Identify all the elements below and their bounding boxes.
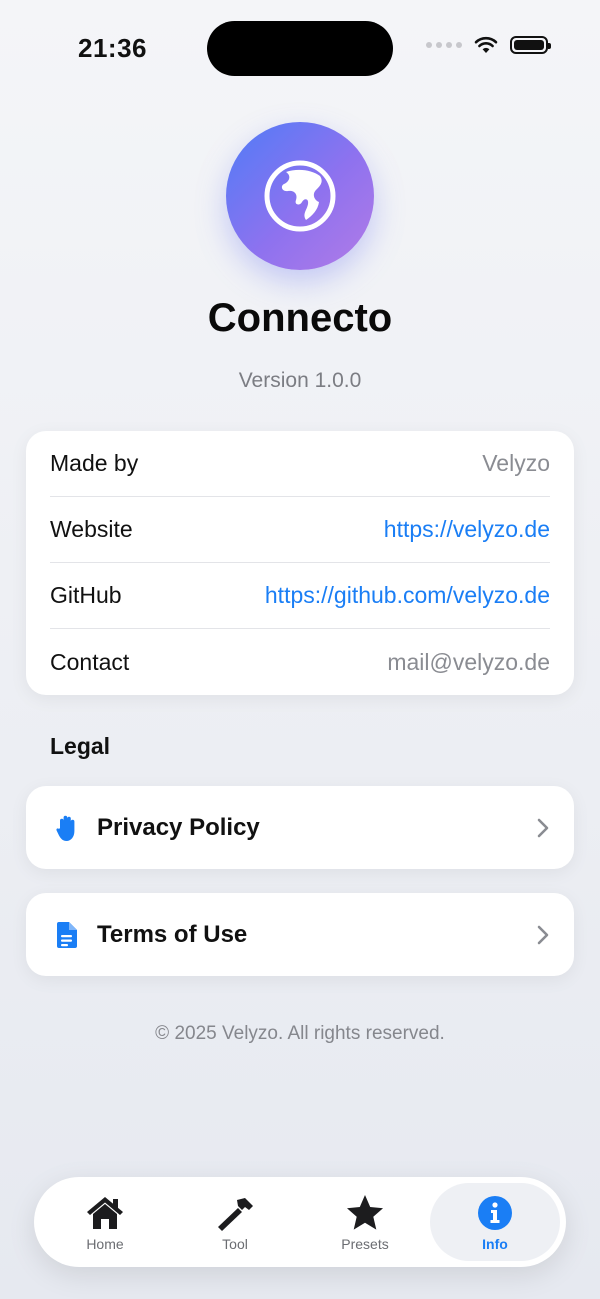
chevron-right-icon xyxy=(536,924,550,946)
info-row-website: Website https://velyzo.de xyxy=(50,497,550,563)
wifi-icon xyxy=(474,36,498,53)
copyright-text: © 2025 Velyzo. All rights reserved. xyxy=(155,1023,445,1044)
info-row-github: GitHub https://github.com/velyzo.de xyxy=(50,563,550,629)
terms-of-use-label: Terms of Use xyxy=(97,920,248,948)
tab-bar: Home Tool Presets Info xyxy=(34,1177,566,1267)
status-bar: 21:36 xyxy=(0,0,600,96)
info-label: Website xyxy=(50,516,133,542)
privacy-policy-button[interactable]: Privacy Policy xyxy=(26,786,574,869)
tab-label: Info xyxy=(482,1235,508,1252)
legal-section-title: Legal xyxy=(50,733,111,759)
dynamic-island xyxy=(207,21,393,76)
about-info-card: Made by Velyzo Website https://velyzo.de… xyxy=(26,431,574,695)
info-label: Made by xyxy=(50,450,139,476)
chevron-right-icon xyxy=(536,817,550,839)
document-icon xyxy=(54,920,80,950)
website-link[interactable]: https://velyzo.de xyxy=(384,516,550,543)
info-label: GitHub xyxy=(50,582,122,608)
info-icon xyxy=(474,1193,516,1233)
info-label: Contact xyxy=(50,648,130,675)
tab-info[interactable]: Info xyxy=(430,1183,560,1261)
globe-icon xyxy=(264,160,336,232)
battery-icon xyxy=(510,36,551,54)
status-icons xyxy=(426,36,551,54)
tab-tool[interactable]: Tool xyxy=(170,1183,300,1261)
cellular-signal-icon xyxy=(426,42,462,48)
github-link[interactable]: https://github.com/velyzo.de xyxy=(265,582,550,609)
contact-email[interactable]: mail@velyzo.de xyxy=(387,649,550,676)
tab-presets[interactable]: Presets xyxy=(300,1183,430,1261)
info-row-contact: Contact mail@velyzo.de xyxy=(50,629,550,695)
status-time: 21:36 xyxy=(78,33,147,63)
app-icon xyxy=(226,122,374,270)
privacy-policy-label: Privacy Policy xyxy=(97,813,260,841)
house-icon xyxy=(84,1193,126,1233)
tab-home[interactable]: Home xyxy=(40,1183,170,1261)
tab-label: Presets xyxy=(341,1235,389,1252)
info-row-made-by: Made by Velyzo xyxy=(50,431,550,497)
star-icon xyxy=(344,1193,386,1233)
terms-of-use-button[interactable]: Terms of Use xyxy=(26,893,574,976)
app-version: Version 1.0.0 xyxy=(238,369,362,392)
info-value: Velyzo xyxy=(482,450,550,476)
app-name: Connecto xyxy=(207,296,393,340)
tab-label: Tool xyxy=(222,1235,248,1252)
hand-icon xyxy=(54,813,80,843)
hammer-icon xyxy=(214,1193,256,1233)
tab-label: Home xyxy=(86,1235,124,1252)
